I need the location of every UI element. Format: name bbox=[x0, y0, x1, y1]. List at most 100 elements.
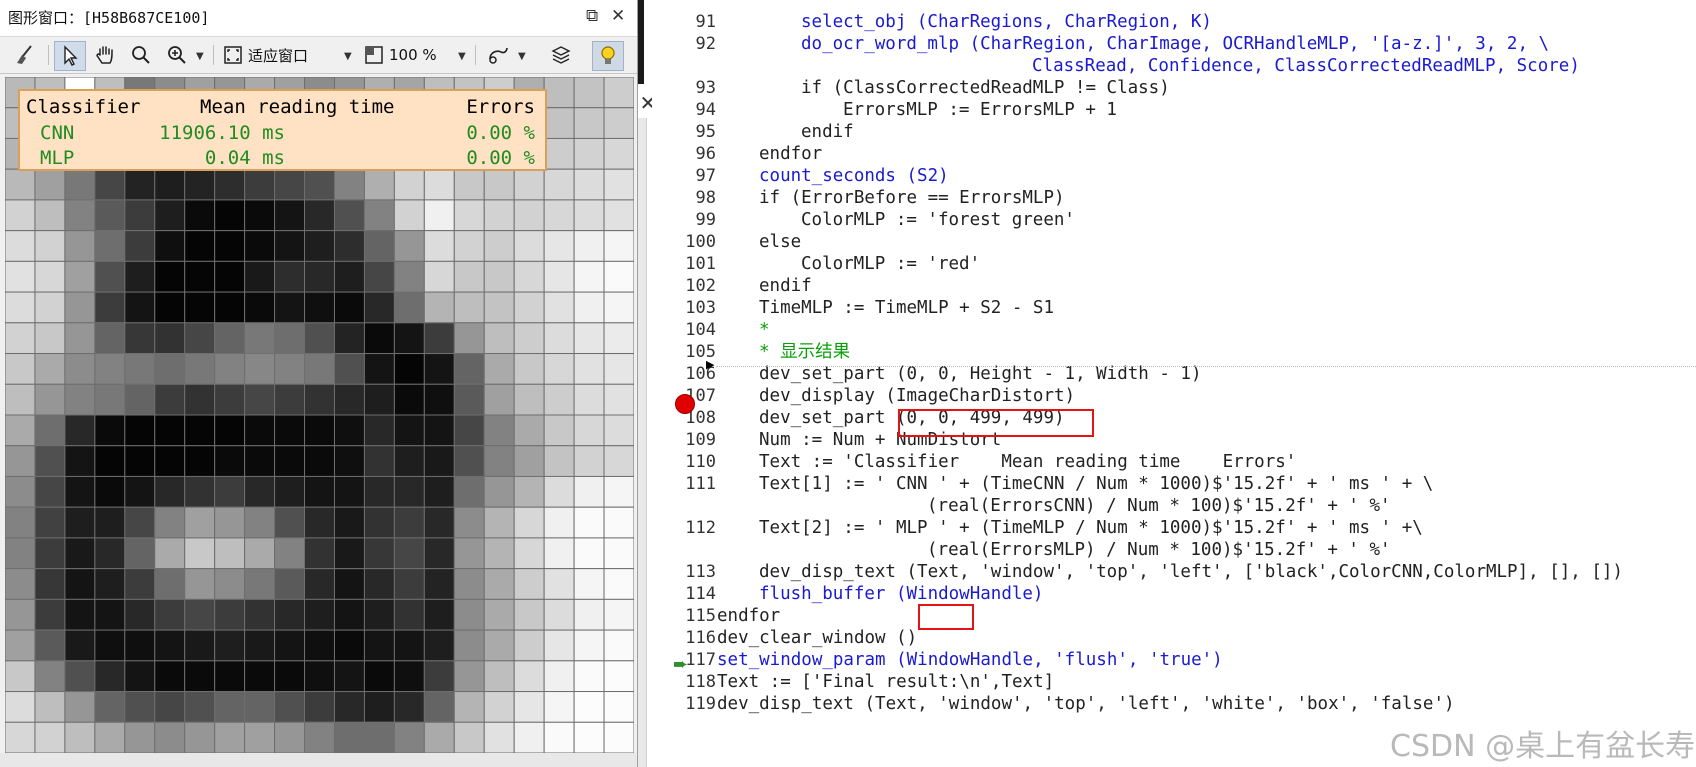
image-pixel bbox=[513, 475, 545, 508]
line-number[interactable]: 102 bbox=[652, 275, 716, 297]
code-line[interactable]: select_obj (CharRegions, CharRegion, K) bbox=[801, 11, 1212, 33]
line-number[interactable]: 99 bbox=[652, 209, 716, 231]
image-pixel bbox=[603, 137, 634, 170]
image-pixel bbox=[543, 260, 575, 293]
line-number[interactable]: 101 bbox=[652, 253, 716, 275]
line-number[interactable]: 103 bbox=[652, 297, 716, 319]
draw-mode-caret-icon[interactable]: ▼ bbox=[518, 51, 526, 62]
line-number[interactable]: 110 bbox=[652, 451, 716, 473]
code-line[interactable]: Text[2] := ' MLP ' + (TimeMLP / Num * 10… bbox=[759, 517, 1423, 539]
image-pixel bbox=[573, 383, 605, 416]
code-line[interactable]: Text[1] := ' CNN ' + (TimeCNN / Num * 10… bbox=[759, 473, 1433, 495]
image-pixel bbox=[64, 322, 96, 355]
image-pixel bbox=[274, 291, 306, 324]
code-line[interactable]: (real(ErrorsCNN) / Num * 100)$'15.2f' + … bbox=[927, 495, 1391, 517]
zoom-dropdown-caret-icon[interactable]: ▼ bbox=[196, 51, 204, 62]
image-pixel bbox=[573, 721, 605, 753]
image-pixel bbox=[214, 445, 246, 477]
row-mean: 11906.10 ms bbox=[159, 122, 285, 144]
layers-icon[interactable] bbox=[546, 41, 576, 69]
graphics-window-titlebar[interactable]: 图形窗口：[H58B687CE100] ⧉ ✕ bbox=[0, 0, 637, 37]
draw-mode-icon[interactable] bbox=[484, 41, 514, 69]
code-line[interactable]: ErrorsMLP := ErrorsMLP + 1 bbox=[843, 99, 1117, 121]
image-pixel bbox=[333, 475, 365, 508]
line-number[interactable] bbox=[652, 539, 716, 561]
image-pixel bbox=[363, 691, 395, 723]
line-number[interactable]: 93 bbox=[652, 77, 716, 99]
code-line[interactable]: endfor bbox=[759, 143, 822, 165]
code-line[interactable]: dev_disp_text (Text, 'window', 'top', 'l… bbox=[759, 561, 1623, 583]
line-number[interactable] bbox=[652, 495, 716, 517]
line-number[interactable]: 112 bbox=[652, 517, 716, 539]
code-line[interactable]: dev_clear_window () bbox=[717, 627, 917, 649]
code-line[interactable]: endfor bbox=[717, 605, 780, 627]
code-line[interactable]: endif bbox=[801, 121, 854, 143]
image-pixel bbox=[304, 660, 335, 693]
code-line[interactable]: ClassRead, Confidence, ClassCorrectedRea… bbox=[1032, 55, 1580, 77]
line-number[interactable]: 97 bbox=[652, 165, 716, 187]
line-number[interactable]: 104 bbox=[652, 319, 716, 341]
line-number[interactable]: 100 bbox=[652, 231, 716, 253]
pan-hand-icon[interactable] bbox=[90, 41, 120, 69]
zoom-in-icon[interactable] bbox=[162, 41, 192, 69]
image-pixel bbox=[543, 691, 575, 723]
line-number[interactable]: 111 bbox=[652, 473, 716, 495]
program-editor[interactable]: 91 92 93 94 95 96 97 98 99 100 101 102 103 104 105 106 1… bbox=[652, 0, 1696, 767]
code-line[interactable]: endif bbox=[759, 275, 812, 297]
restore-icon[interactable]: ⧉ bbox=[586, 6, 598, 26]
line-number[interactable]: 119 bbox=[652, 693, 716, 715]
code-line[interactable]: set_window_param (WindowHandle, 'flush',… bbox=[717, 649, 1223, 671]
line-number[interactable]: 91 bbox=[652, 11, 716, 33]
line-number[interactable]: 115 bbox=[652, 605, 716, 627]
line-number[interactable]: 114 bbox=[652, 583, 716, 605]
code-line[interactable]: ColorMLP := 'forest green' bbox=[801, 209, 1075, 231]
code-line[interactable]: do_ocr_word_mlp (CharRegion, CharImage, … bbox=[801, 33, 1549, 55]
image-pixel bbox=[513, 230, 545, 262]
magnifier-icon[interactable] bbox=[126, 41, 156, 69]
code-line[interactable]: dev_display (ImageCharDistort) bbox=[759, 385, 1075, 407]
code-line[interactable]: else bbox=[759, 231, 801, 253]
image-pixel bbox=[154, 291, 186, 324]
breakpoint-icon[interactable] bbox=[675, 394, 695, 414]
line-number[interactable]: 116 bbox=[652, 627, 716, 649]
line-number[interactable] bbox=[652, 55, 716, 77]
line-number[interactable]: 95 bbox=[652, 121, 716, 143]
line-number[interactable]: 113 bbox=[652, 561, 716, 583]
code-line[interactable]: TimeMLP := TimeMLP + S2 - S1 bbox=[759, 297, 1054, 319]
code-line[interactable]: Text := 'Classifier Mean reading time Er… bbox=[759, 451, 1296, 473]
image-canvas[interactable] bbox=[5, 77, 634, 753]
window-splitter[interactable] bbox=[638, 0, 652, 767]
line-number[interactable]: 92 bbox=[652, 33, 716, 55]
code-token: Text := ['Final result:\n',Text] bbox=[717, 672, 1055, 692]
image-pixel bbox=[94, 445, 126, 477]
close-icon[interactable]: ✕ bbox=[611, 6, 625, 26]
code-line[interactable]: dev_disp_text (Text, 'window', 'top', 'l… bbox=[717, 693, 1455, 715]
line-number[interactable]: 94 bbox=[652, 99, 716, 121]
fit-dropdown-caret-icon[interactable]: ▼ bbox=[344, 51, 352, 62]
image-pixel bbox=[304, 629, 335, 662]
code-line[interactable]: count_seconds (S2) bbox=[759, 165, 949, 187]
fit-window-dropdown[interactable]: 适应窗口 bbox=[222, 41, 308, 69]
pointer-icon[interactable] bbox=[54, 41, 86, 71]
code-line[interactable]: * bbox=[759, 319, 770, 341]
code-line[interactable]: ColorMLP := 'red' bbox=[801, 253, 980, 275]
zoom-factor-caret-icon[interactable]: ▼ bbox=[458, 51, 466, 62]
code-token: dev_disp_text (Text, 'window', 'top', 'l… bbox=[717, 694, 1455, 714]
code-line[interactable]: Text := ['Final result:\n',Text] bbox=[717, 671, 1054, 693]
line-number[interactable]: 109 bbox=[652, 429, 716, 451]
image-pixel bbox=[603, 291, 634, 324]
clear-window-icon[interactable] bbox=[10, 41, 40, 69]
code-line[interactable]: if (ClassCorrectedReadMLP != Class) bbox=[801, 77, 1170, 99]
line-number-gutter[interactable]: 91 92 93 94 95 96 97 98 99 100 101 102 103 104 105 106 1… bbox=[652, 0, 716, 767]
image-pixel bbox=[513, 291, 545, 324]
code-line[interactable]: if (ErrorBefore == ErrorsMLP) bbox=[759, 187, 1065, 209]
lightbulb-icon[interactable] bbox=[592, 41, 624, 71]
image-pixel bbox=[363, 260, 395, 293]
code-line[interactable]: * 显示结果 bbox=[759, 341, 850, 363]
line-number[interactable]: 96 bbox=[652, 143, 716, 165]
code-line[interactable]: (real(ErrorsMLP) / Num * 100)$'15.2f' + … bbox=[927, 539, 1391, 561]
line-number[interactable]: 98 bbox=[652, 187, 716, 209]
zoom-factor-dropdown[interactable]: 100 % bbox=[363, 41, 437, 69]
image-pixel bbox=[543, 537, 575, 570]
code-line[interactable]: flush_buffer (WindowHandle) bbox=[759, 583, 1043, 605]
